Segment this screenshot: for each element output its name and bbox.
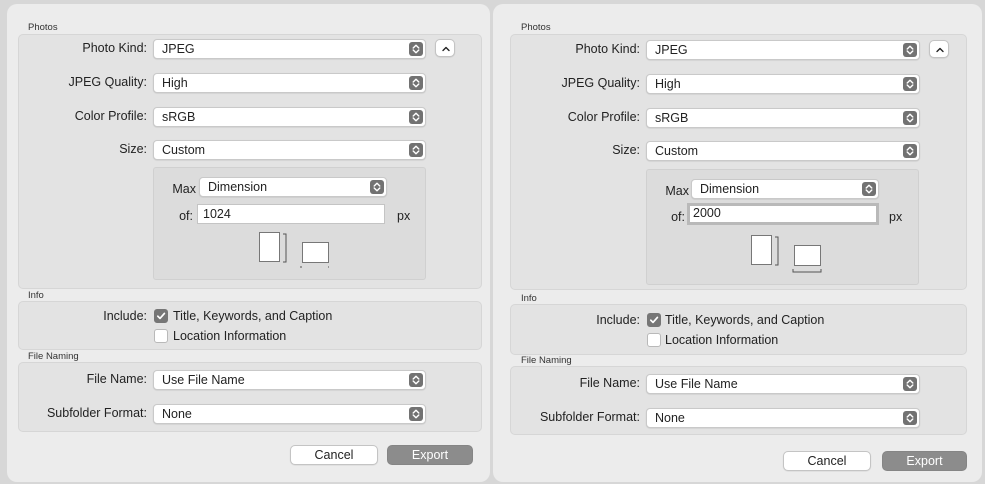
up-down-chevron-icon (409, 407, 423, 421)
section-title-file-naming: File Naming (521, 355, 572, 366)
info-group (510, 304, 967, 355)
chevron-up-icon (936, 47, 944, 53)
export-dialog-right: Photos Photo Kind: JPEG JPEG Quality: Hi… (493, 4, 982, 482)
export-dialog-left: Photos Photo Kind: JPEG JPEG Quality: Hi… (7, 4, 490, 482)
disclosure-button[interactable] (435, 39, 455, 57)
color-profile-popup[interactable]: sRGB (153, 107, 426, 127)
up-down-chevron-icon (903, 411, 917, 425)
color-profile-popup[interactable]: sRGB (646, 108, 920, 128)
size-popup[interactable]: Custom (153, 140, 426, 160)
export-button[interactable]: Export (387, 445, 473, 465)
max-popup[interactable]: Dimension (199, 177, 387, 197)
portrait-landscape-icon (259, 232, 329, 268)
photo-kind-value: JPEG (162, 42, 195, 56)
up-down-chevron-icon (903, 43, 917, 57)
include-label: Include: (596, 313, 640, 327)
size-label: Size: (612, 143, 640, 157)
subfolder-format-value: None (655, 411, 685, 425)
up-down-chevron-icon (409, 143, 423, 157)
jpeg-quality-label: JPEG Quality: (561, 76, 641, 90)
section-title-photos: Photos (521, 22, 551, 33)
section-title-info: Info (521, 293, 537, 304)
color-profile-label: Color Profile: (567, 110, 640, 124)
subfolder-format-label: Subfolder Format: (539, 410, 640, 424)
max-label: Max (172, 182, 196, 196)
size-label: Size: (119, 142, 147, 156)
jpeg-quality-label: JPEG Quality: (68, 75, 148, 89)
checkmark-icon (649, 316, 659, 324)
photo-kind-label: Photo Kind: (82, 41, 147, 55)
file-name-value: Use File Name (162, 373, 245, 387)
up-down-chevron-icon (903, 144, 917, 158)
of-label: of: (179, 209, 193, 223)
photo-kind-value: JPEG (655, 43, 688, 57)
photo-kind-popup[interactable]: JPEG (153, 39, 426, 59)
checkmark-icon (156, 312, 166, 320)
up-down-chevron-icon (903, 77, 917, 91)
up-down-chevron-icon (409, 76, 423, 90)
file-name-label: File Name: (579, 376, 640, 390)
portrait-landscape-icon (751, 235, 822, 273)
title-keywords-checkbox[interactable] (647, 313, 661, 327)
max-value: Dimension (700, 182, 760, 196)
px-unit-label: px (889, 210, 903, 224)
location-information-label: Location Information (665, 333, 779, 347)
size-popup[interactable]: Custom (646, 141, 920, 161)
dimension-input[interactable]: 1024 (197, 204, 385, 224)
up-down-chevron-icon (409, 373, 423, 387)
color-profile-label: Color Profile: (74, 109, 147, 123)
file-name-popup[interactable]: Use File Name (646, 374, 920, 394)
up-down-chevron-icon (903, 111, 917, 125)
title-keywords-checkbox[interactable] (154, 309, 168, 323)
section-title-info: Info (28, 290, 44, 301)
jpeg-quality-popup[interactable]: High (153, 73, 426, 93)
dimension-value: 1024 (203, 207, 231, 221)
of-label: of: (671, 210, 685, 224)
export-button[interactable]: Export (882, 451, 967, 471)
up-down-chevron-icon (862, 182, 876, 196)
jpeg-quality-popup[interactable]: High (646, 74, 920, 94)
section-title-file-naming: File Naming (28, 351, 79, 362)
file-name-popup[interactable]: Use File Name (153, 370, 426, 390)
file-name-value: Use File Name (655, 377, 738, 391)
subfolder-format-popup[interactable]: None (646, 408, 920, 428)
size-value: Custom (162, 143, 206, 157)
file-name-label: File Name: (86, 372, 147, 386)
up-down-chevron-icon (370, 180, 384, 194)
chevron-up-icon (442, 46, 450, 52)
location-information-checkbox[interactable] (154, 329, 168, 343)
photo-kind-popup[interactable]: JPEG (646, 40, 920, 60)
up-down-chevron-icon (409, 110, 423, 124)
subfolder-format-popup[interactable]: None (153, 404, 426, 424)
dimension-input[interactable]: 2000 (687, 203, 879, 225)
include-label: Include: (103, 309, 147, 323)
max-label: Max (665, 184, 689, 198)
max-popup[interactable]: Dimension (691, 179, 879, 199)
subfolder-format-label: Subfolder Format: (46, 406, 147, 420)
up-down-chevron-icon (409, 42, 423, 56)
cancel-button[interactable]: Cancel (783, 451, 871, 471)
jpeg-quality-value: High (162, 76, 188, 90)
disclosure-button[interactable] (929, 40, 949, 58)
size-value: Custom (655, 144, 699, 158)
subfolder-format-value: None (162, 407, 192, 421)
px-unit-label: px (397, 209, 411, 223)
photo-kind-label: Photo Kind: (575, 42, 640, 56)
max-value: Dimension (208, 180, 268, 194)
dimension-value: 2000 (693, 206, 721, 220)
location-information-checkbox[interactable] (647, 333, 661, 347)
title-keywords-label: Title, Keywords, and Caption (665, 313, 825, 327)
up-down-chevron-icon (903, 377, 917, 391)
cancel-button[interactable]: Cancel (290, 445, 378, 465)
color-profile-value: sRGB (655, 111, 689, 125)
jpeg-quality-value: High (655, 77, 681, 91)
section-title-photos: Photos (28, 22, 58, 33)
color-profile-value: sRGB (162, 110, 196, 124)
title-keywords-label: Title, Keywords, and Caption (173, 309, 333, 323)
location-information-label: Location Information (173, 329, 287, 343)
